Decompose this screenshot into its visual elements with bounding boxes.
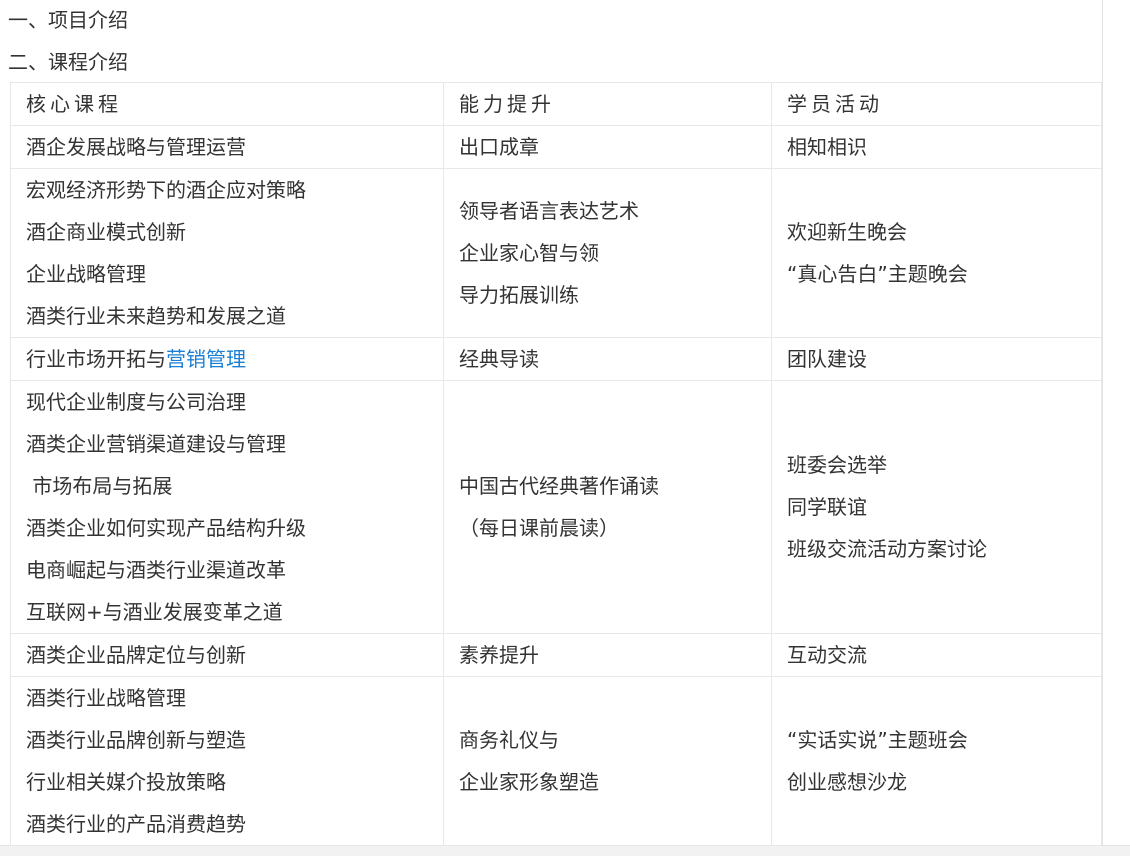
cell-line: 酒类企业品牌定位与创新 <box>26 643 246 667</box>
header-student-activities: 学员活动 <box>771 82 1102 126</box>
core-course-cell: 酒企发展战略与管理运营 <box>10 125 444 169</box>
header-core-courses: 核心课程 <box>10 82 444 126</box>
cell-line: 酒类企业如何实现产品结构升级 <box>26 516 306 540</box>
cell-line: 班级交流活动方案讨论 <box>787 537 987 561</box>
ability-cell: 出口成章 <box>443 125 772 169</box>
cell-line: 团队建设 <box>787 347 867 371</box>
page-right-border <box>1102 0 1103 845</box>
table-header-row: 核心课程 能力提升 学员活动 <box>10 82 1102 126</box>
header-ability-improvement: 能力提升 <box>443 82 772 126</box>
cell-line: 市场布局与拓展 <box>26 474 173 498</box>
ability-cell: 领导者语言表达艺术 企业家心智与领 导力拓展训练 <box>443 168 772 338</box>
cell-text: 行业市场开拓与 <box>26 347 166 371</box>
cell-line: 现代企业制度与公司治理 <box>26 390 246 414</box>
cell-line: 出口成章 <box>459 135 539 159</box>
horizontal-scrollbar[interactable] <box>0 845 1130 856</box>
cell-line: 欢迎新生晚会 <box>787 220 907 244</box>
table-row: 酒类企业品牌定位与创新 素养提升 互动交流 <box>10 633 1102 677</box>
core-course-cell: 行业市场开拓与营销管理 <box>10 337 444 381</box>
core-course-cell: 酒类行业战略管理 酒类行业品牌创新与塑造 行业相关媒介投放策略 酒类行业的产品消… <box>10 676 444 846</box>
cell-line: 酒类行业的产品消费趋势 <box>26 812 246 836</box>
cell-line: “实话实说”主题班会 <box>787 728 968 752</box>
activity-cell: 相知相识 <box>771 125 1102 169</box>
table-row: 宏观经济形势下的酒企应对策略 酒企商业模式创新 企业战略管理 酒类行业未来趋势和… <box>10 168 1102 338</box>
marketing-management-link[interactable]: 营销管理 <box>166 347 246 371</box>
cell-line: （每日课前晨读） <box>459 516 619 540</box>
activity-cell: 班委会选举 同学联谊 班级交流活动方案讨论 <box>771 380 1102 634</box>
cell-line: 中国古代经典著作诵读 <box>459 474 659 498</box>
section-heading-project-intro: 一、项目介绍 <box>8 8 128 32</box>
cell-line: 企业家形象塑造 <box>459 770 599 794</box>
cell-line: 班委会选举 <box>787 453 887 477</box>
cell-line: 导力拓展训练 <box>459 283 579 307</box>
activity-cell: 欢迎新生晚会 “真心告白”主题晚会 <box>771 168 1102 338</box>
core-course-cell: 酒类企业品牌定位与创新 <box>10 633 444 677</box>
cell-line: 互动交流 <box>787 643 867 667</box>
cell-line: “真心告白”主题晚会 <box>787 262 968 286</box>
cell-line: 同学联谊 <box>787 495 867 519</box>
cell-line: 酒企发展战略与管理运营 <box>26 135 246 159</box>
core-course-cell: 现代企业制度与公司治理 酒类企业营销渠道建设与管理 市场布局与拓展 酒类企业如何… <box>10 380 444 634</box>
table-row: 酒企发展战略与管理运营 出口成章 相知相识 <box>10 125 1102 169</box>
cell-line: 企业家心智与领 <box>459 241 599 265</box>
cell-line: 电商崛起与酒类行业渠道改革 <box>26 558 286 582</box>
table-row: 行业市场开拓与营销管理 经典导读 团队建设 <box>10 337 1102 381</box>
ability-cell: 商务礼仪与 企业家形象塑造 <box>443 676 772 846</box>
section-heading-course-intro: 二、课程介绍 <box>8 50 128 74</box>
table-row: 酒类行业战略管理 酒类行业品牌创新与塑造 行业相关媒介投放策略 酒类行业的产品消… <box>10 676 1102 846</box>
activity-cell: 团队建设 <box>771 337 1102 381</box>
cell-line: 相知相识 <box>787 135 867 159</box>
activity-cell: “实话实说”主题班会 创业感想沙龙 <box>771 676 1102 846</box>
cell-line: 领导者语言表达艺术 <box>459 199 639 223</box>
cell-line: 互联网+与酒业发展变革之道 <box>26 600 283 624</box>
cell-line: 行业市场开拓与营销管理 <box>26 338 443 380</box>
cell-line: 经典导读 <box>459 347 539 371</box>
cell-line: 商务礼仪与 <box>459 728 559 752</box>
ability-cell: 中国古代经典著作诵读 （每日课前晨读） <box>443 380 772 634</box>
cell-line: 行业相关媒介投放策略 <box>26 770 226 794</box>
cell-line: 素养提升 <box>459 643 539 667</box>
cell-line: 酒企商业模式创新 <box>26 220 186 244</box>
activity-cell: 互动交流 <box>771 633 1102 677</box>
cell-line: 创业感想沙龙 <box>787 770 907 794</box>
cell-line: 酒类行业战略管理 <box>26 686 186 710</box>
table-row: 现代企业制度与公司治理 酒类企业营销渠道建设与管理 市场布局与拓展 酒类企业如何… <box>10 380 1102 634</box>
core-course-cell: 宏观经济形势下的酒企应对策略 酒企商业模式创新 企业战略管理 酒类行业未来趋势和… <box>10 168 444 338</box>
cell-line: 酒类行业品牌创新与塑造 <box>26 728 246 752</box>
course-table: 核心课程 能力提升 学员活动 酒企发展战略与管理运营 出口成章 相知相识 宏观经… <box>10 82 1102 846</box>
cell-line: 酒类行业未来趋势和发展之道 <box>26 304 286 328</box>
ability-cell: 经典导读 <box>443 337 772 381</box>
ability-cell: 素养提升 <box>443 633 772 677</box>
cell-line: 宏观经济形势下的酒企应对策略 <box>26 178 306 202</box>
cell-line: 酒类企业营销渠道建设与管理 <box>26 432 286 456</box>
cell-line: 企业战略管理 <box>26 262 146 286</box>
